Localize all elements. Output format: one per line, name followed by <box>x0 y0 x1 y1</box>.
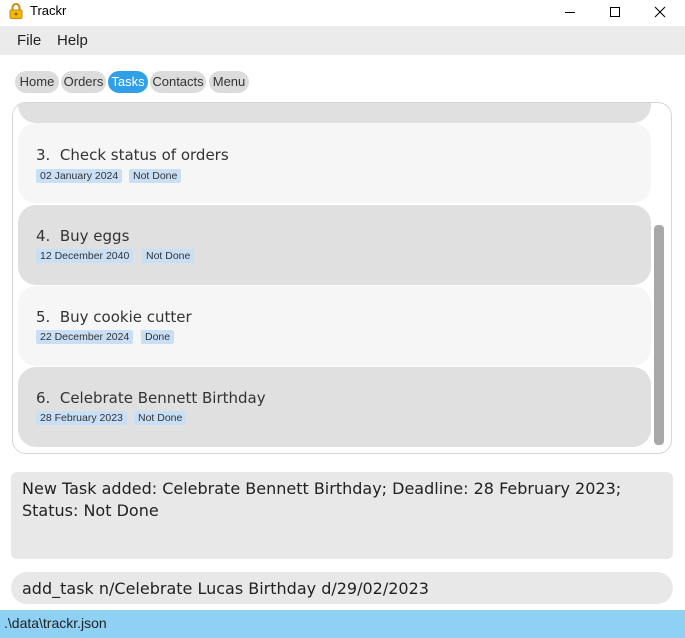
task-title: 5. Buy cookie cutter <box>36 308 192 326</box>
task-card[interactable]: 6. Celebrate Bennett Birthday 28 Februar… <box>18 367 651 447</box>
menu-bar: File Help <box>0 26 685 55</box>
tab-tasks[interactable]: Tasks <box>108 71 148 93</box>
task-status-chip: Done <box>141 330 175 344</box>
window-title: Trackr <box>30 3 67 18</box>
task-name: Celebrate Bennett Birthday <box>59 389 266 407</box>
task-title: 3. Check status of orders <box>36 146 229 164</box>
task-index: 5. <box>36 308 51 326</box>
task-card[interactable]: 5. Buy cookie cutter 22 December 2024 Do… <box>18 286 651 366</box>
task-index: 3. <box>36 146 51 164</box>
task-deadline-chip: 22 December 2024 <box>36 330 134 344</box>
minimize-button[interactable] <box>547 0 593 24</box>
task-index: 4. <box>36 227 51 245</box>
result-display: New Task added: Celebrate Bennett Birthd… <box>11 472 673 559</box>
task-deadline-chip: 12 December 2040 <box>36 249 134 263</box>
menu-file[interactable]: File <box>17 32 41 49</box>
task-deadline-chip: 02 January 2024 <box>36 169 123 183</box>
task-status-chip: Not Done <box>142 249 195 263</box>
task-name: Buy cookie cutter <box>59 308 192 326</box>
task-card[interactable]: 4. Buy eggs 12 December 2040 Not Done <box>18 205 651 285</box>
list-scrollbar-thumb[interactable] <box>654 225 664 445</box>
app-lock-icon <box>9 3 23 19</box>
status-bar: .\data\trackr.json <box>0 610 685 638</box>
title-bar: Trackr <box>0 0 685 24</box>
task-status-chip: Not Done <box>134 411 187 425</box>
result-message: New Task added: Celebrate Bennett Birthd… <box>22 479 622 520</box>
task-list[interactable]: 3. Check status of orders 02 January 202… <box>12 102 672 454</box>
command-input[interactable] <box>11 572 673 604</box>
task-name: Buy eggs <box>59 227 130 245</box>
tab-home[interactable]: Home <box>15 71 59 93</box>
tab-contacts[interactable]: Contacts <box>150 71 206 93</box>
menu-help[interactable]: Help <box>57 32 88 49</box>
tab-menu[interactable]: Menu <box>209 71 249 93</box>
task-title: 6. Celebrate Bennett Birthday <box>36 389 266 407</box>
task-card-partial[interactable] <box>18 103 651 123</box>
task-name: Check status of orders <box>59 146 229 164</box>
task-card[interactable]: 3. Check status of orders 02 January 202… <box>18 123 651 203</box>
task-deadline-chip: 28 February 2023 <box>36 411 127 425</box>
task-title: 4. Buy eggs <box>36 227 129 245</box>
tab-orders[interactable]: Orders <box>61 71 106 93</box>
task-index: 6. <box>36 389 51 407</box>
task-status-chip: Not Done <box>129 169 182 183</box>
maximize-button[interactable] <box>592 0 638 24</box>
close-button[interactable] <box>637 0 683 24</box>
data-file-path: .\data\trackr.json <box>4 615 107 631</box>
command-box[interactable] <box>11 572 673 604</box>
